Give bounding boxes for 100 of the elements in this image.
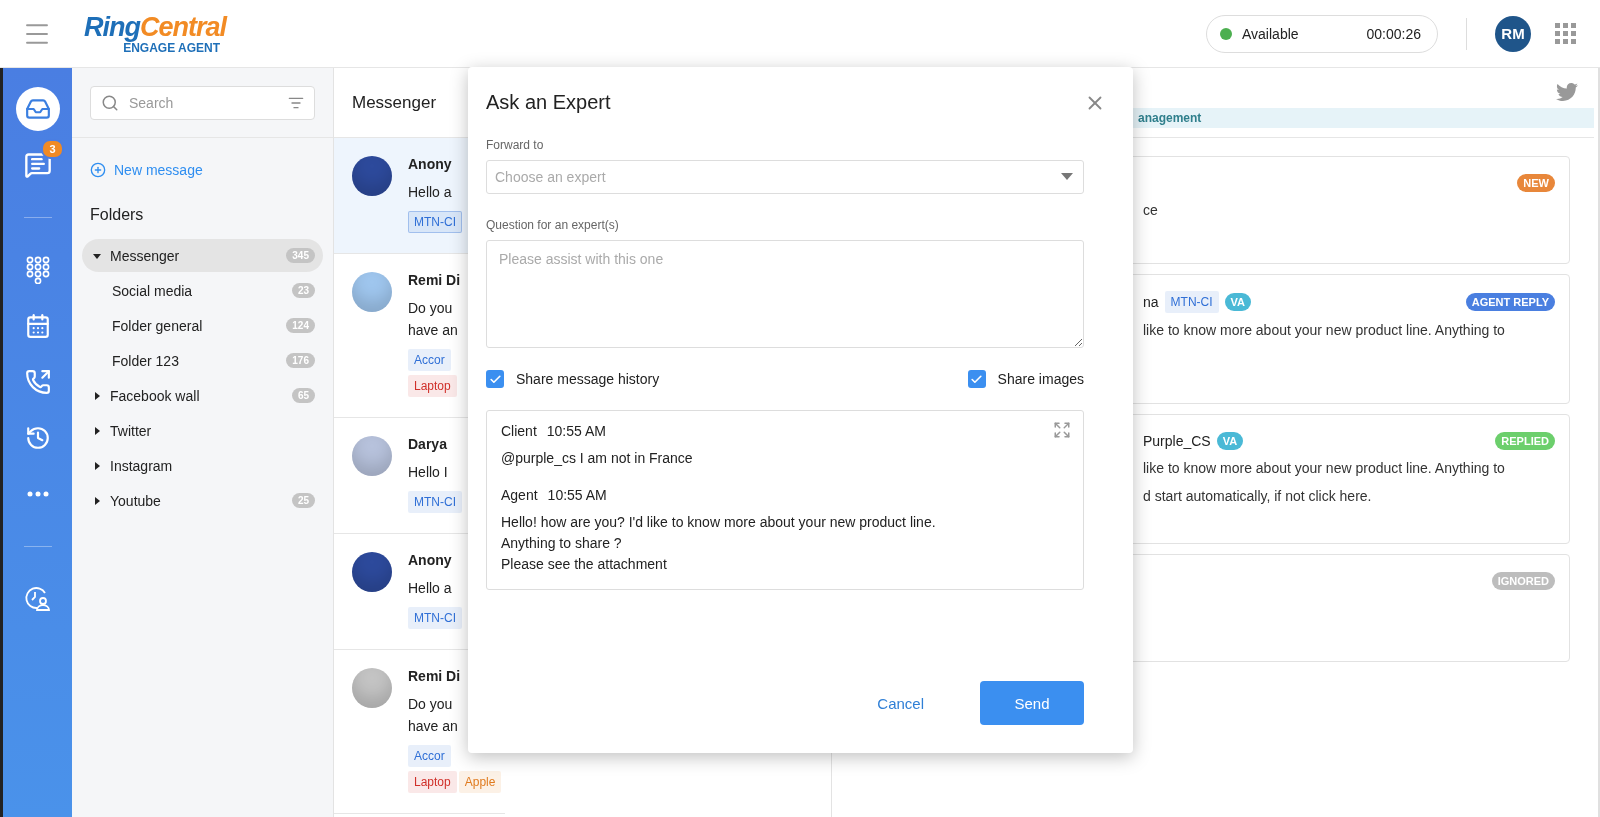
tag: MTN-CI: [408, 211, 462, 233]
folder-count: 25: [291, 493, 315, 508]
folder-label: Folder general: [112, 317, 204, 334]
agent-clock-icon: [23, 585, 52, 613]
status-badge: REPLIED: [1495, 432, 1555, 450]
folder-label: Messenger: [110, 247, 181, 264]
more-icon: [26, 491, 49, 497]
check-icon: [970, 372, 984, 386]
message-text: Anything to share ?: [501, 534, 623, 553]
expand-button[interactable]: [1053, 421, 1071, 439]
tag: Accor: [408, 349, 451, 371]
status-badge: NEW: [1517, 174, 1555, 192]
va-badge: VA: [1216, 432, 1244, 450]
folder-item[interactable]: Folder 123 176: [82, 344, 323, 377]
message-text: d start automatically, if not click here.: [1143, 487, 1373, 506]
checkbox-label: Share message history: [516, 371, 660, 387]
chat-icon: [23, 151, 52, 179]
question-field[interactable]: Please assist with this one: [486, 240, 1084, 348]
sender-name: Remi Di: [408, 272, 461, 289]
folder-count: 23: [291, 283, 315, 298]
folder-item[interactable]: Youtube 25: [82, 484, 323, 517]
message-preview: Hello a: [408, 183, 453, 202]
author-name: Purple_CS: [1143, 433, 1211, 449]
tag: MTN-CI: [408, 607, 462, 629]
folder-count: 65: [291, 388, 315, 403]
folder-label: Youtube: [110, 492, 162, 509]
caret-icon[interactable]: [92, 425, 102, 436]
calendar-icon: [24, 313, 51, 339]
check-icon: [488, 372, 502, 386]
dialog-title: Ask an Expert: [486, 91, 611, 114]
folder-item[interactable]: Folder general 124: [82, 309, 323, 342]
tag: Accor: [408, 745, 451, 767]
tag: Laptop: [408, 771, 457, 793]
caret-icon[interactable]: [92, 495, 102, 506]
author-name: Client: [501, 423, 537, 439]
folder-item[interactable]: Instagram: [82, 449, 323, 482]
folder-item[interactable]: Facebook wall 65: [82, 379, 323, 412]
search-field[interactable]: Search: [90, 86, 315, 120]
message-preview: Hello a: [408, 579, 453, 598]
message-text: @purple_cs I am not in France: [501, 449, 694, 468]
message-preview: Do you: [408, 695, 454, 714]
folder-label: Twitter: [110, 422, 153, 439]
search-icon: [101, 94, 119, 112]
folders-heading: Folders: [90, 206, 145, 224]
va-badge: VA: [1224, 293, 1252, 311]
status-badge: IGNORED: [1491, 572, 1555, 590]
folder-count: 124: [286, 318, 315, 333]
message-preview: Do you: [408, 299, 454, 318]
user-avatar[interactable]: RM: [1495, 15, 1531, 52]
tag: Apple: [458, 771, 502, 793]
folder-item[interactable]: Social media 23: [82, 274, 323, 307]
inbox-icon: [24, 96, 51, 122]
unread-badge: 3: [41, 139, 64, 159]
author-name: na: [1143, 294, 1159, 310]
caret-icon: [1061, 173, 1073, 181]
history-icon: [24, 425, 51, 451]
field-label: Forward to: [486, 138, 545, 152]
status-badge: AGENT REPLY: [1465, 293, 1555, 311]
sender-name: Darya: [408, 436, 448, 453]
checkbox[interactable]: [486, 370, 504, 388]
folder-label: Social media: [112, 282, 194, 299]
cancel-button[interactable]: Cancel: [875, 688, 926, 718]
tag: MTN-CI: [1164, 291, 1219, 313]
folder-item[interactable]: Messenger 345: [82, 239, 323, 272]
sender-name: Remi Di: [408, 668, 462, 685]
folder-label: Instagram: [110, 457, 174, 474]
message-preview: have an: [408, 717, 459, 736]
checkbox[interactable]: [967, 370, 986, 388]
folder-item[interactable]: Twitter: [82, 414, 323, 447]
folder-label: Folder 123: [112, 352, 180, 369]
tag: Laptop: [408, 375, 457, 397]
apps-grid-icon[interactable]: [1555, 23, 1576, 44]
message-text: like to know more about your new product line. Anything to: [1143, 321, 1506, 340]
message-row[interactable]: Anony Hello a MTN-CI: [334, 138, 468, 254]
nav-button[interactable]: [15, 87, 60, 131]
plus-icon: [90, 162, 106, 178]
brand-logo: RingCentral: [84, 12, 227, 41]
message-text: ce: [1143, 201, 1159, 220]
message-time: 10:55 AM: [547, 487, 607, 503]
message-time: 10:55 AM: [546, 423, 606, 439]
caret-icon[interactable]: [92, 390, 102, 401]
phone-icon: [24, 369, 51, 395]
message-text: Please see the attachment: [501, 555, 668, 574]
sender-name: Anony: [408, 156, 453, 173]
tag: MTN-CI: [408, 491, 462, 513]
filter-icon[interactable]: [288, 95, 304, 111]
caret-icon[interactable]: [92, 460, 102, 471]
search-input[interactable]: Search: [127, 94, 280, 112]
bird-icon: [1556, 81, 1578, 103]
message-text: like to know more about your new product line. Anything to: [1143, 459, 1506, 478]
folder-count: 345: [286, 248, 315, 263]
checkbox-label: Share images: [997, 371, 1084, 387]
sender-name: Anony: [408, 552, 453, 569]
message-preview: have an: [408, 321, 459, 340]
author-name: Agent: [501, 487, 538, 503]
folder-count: 176: [286, 353, 315, 368]
field-label: Question for an expert(s): [486, 218, 620, 232]
folder-label: Facebook wall: [110, 387, 201, 404]
message-preview: Hello I: [408, 463, 449, 482]
dialpad-icon: [24, 256, 51, 284]
